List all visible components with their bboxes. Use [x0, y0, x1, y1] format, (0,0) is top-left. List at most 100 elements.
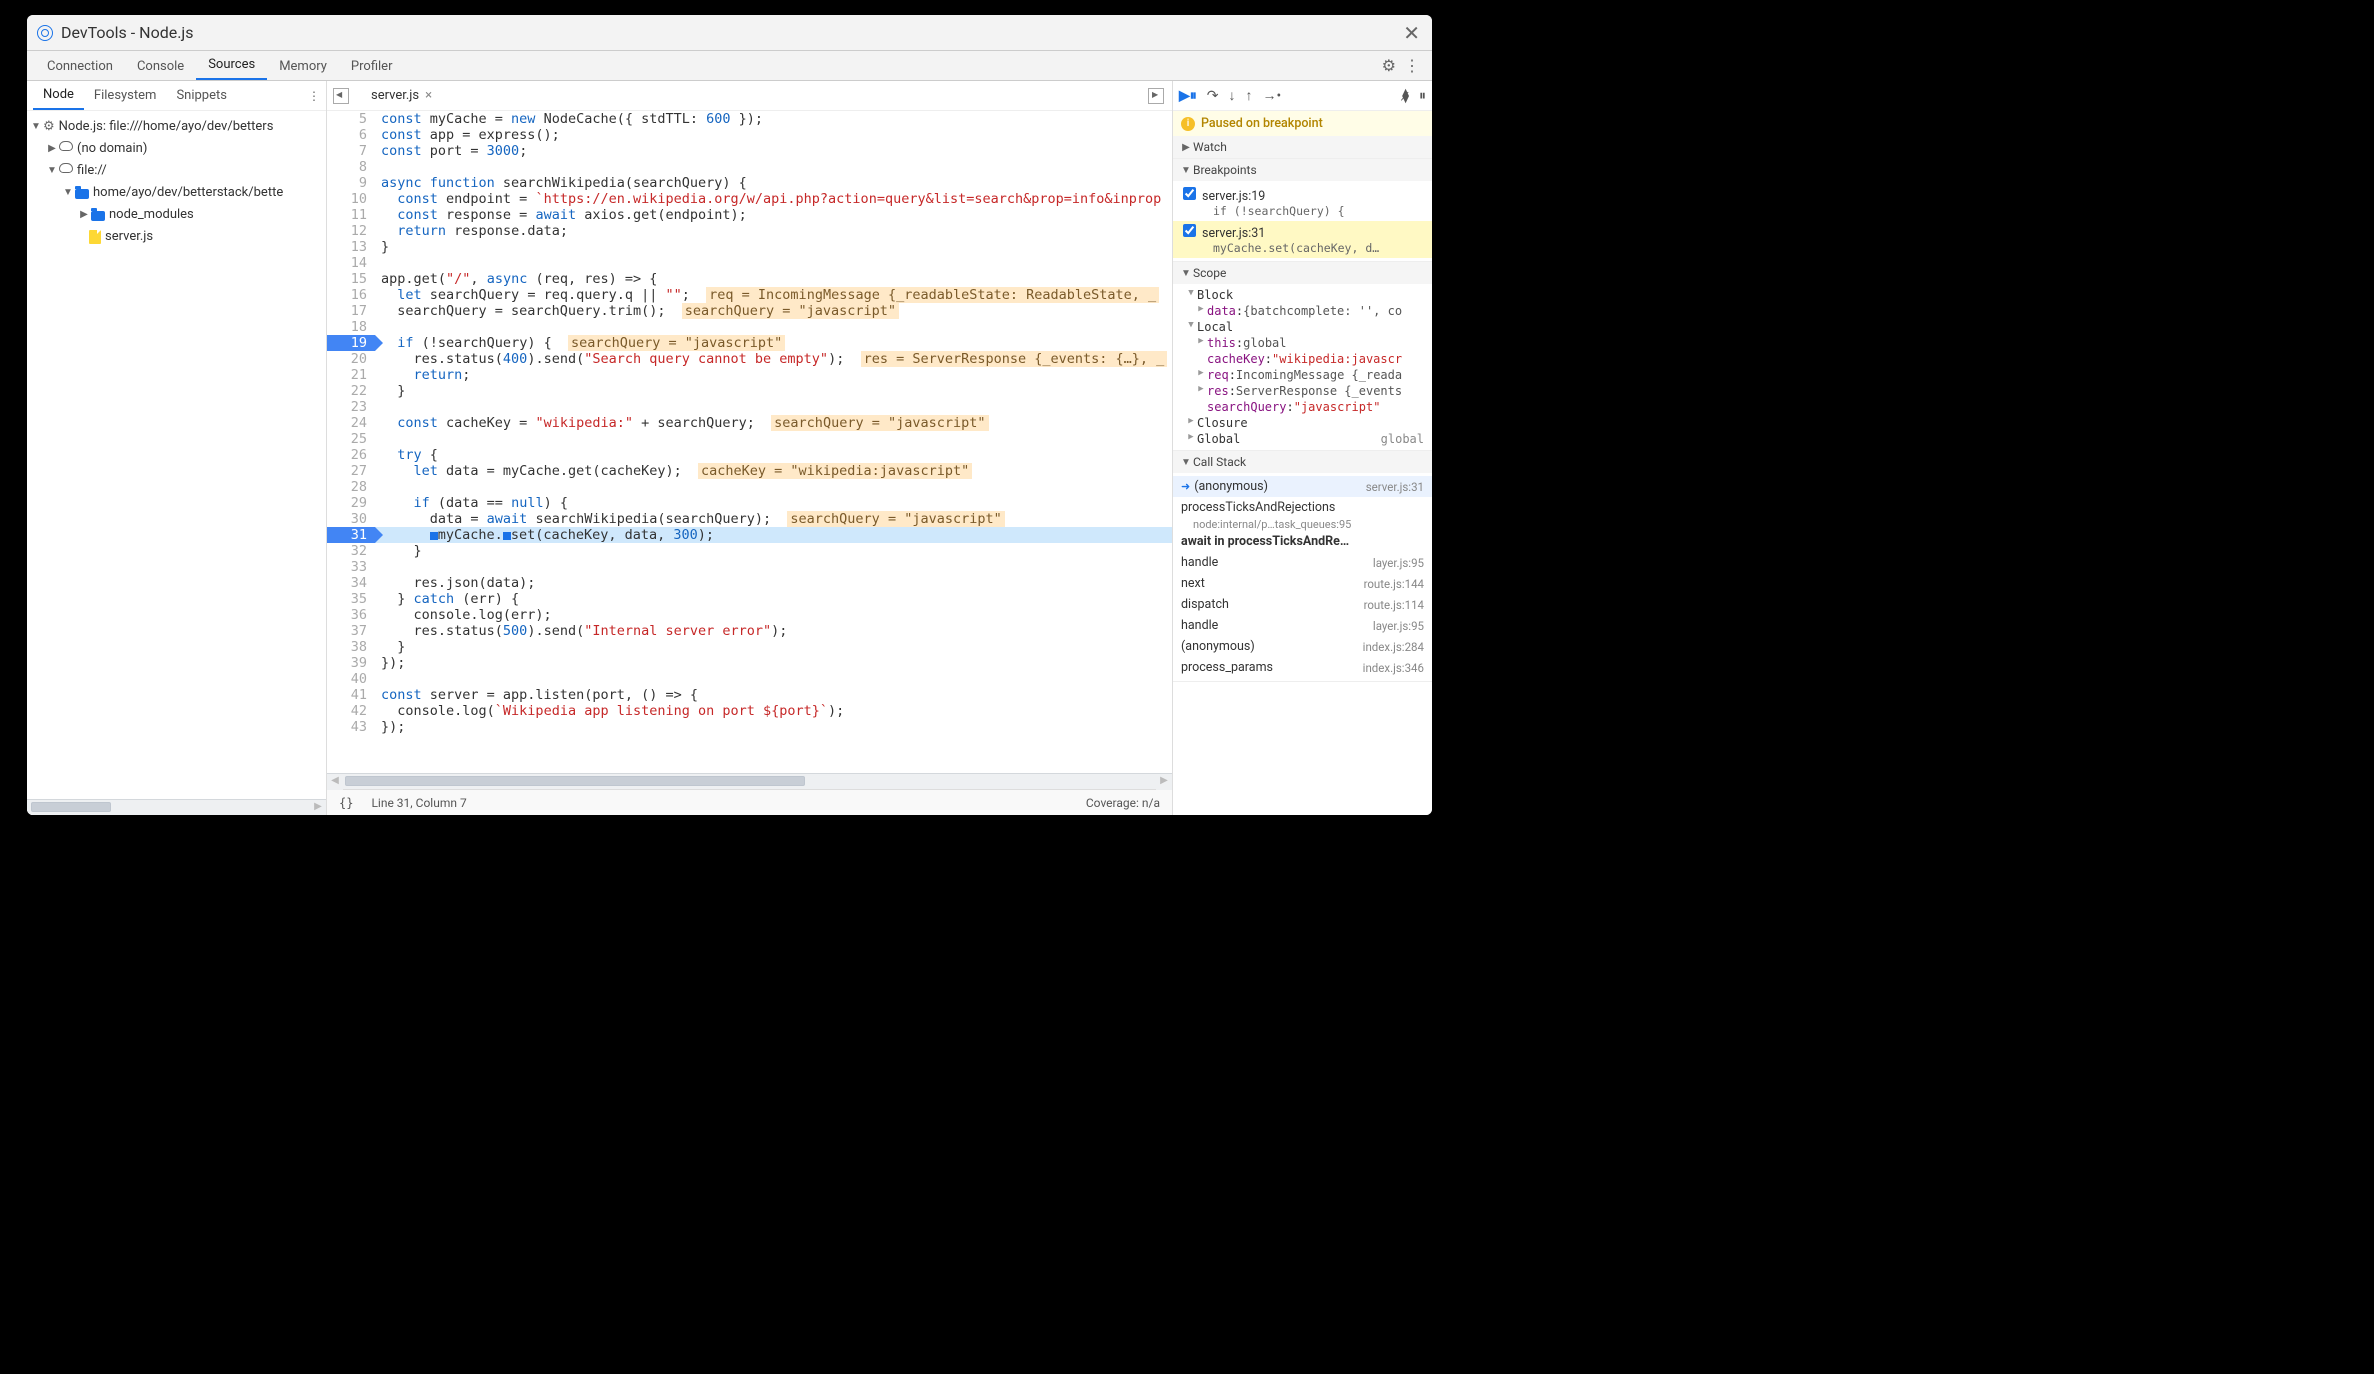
scope-block[interactable]: ▼Block: [1173, 287, 1432, 303]
gutter[interactable]: 43: [327, 719, 375, 735]
gutter[interactable]: 29: [327, 495, 375, 511]
code-line[interactable]: 25: [327, 431, 1172, 447]
code-area[interactable]: 5const myCache = new NodeCache({ stdTTL:…: [327, 111, 1172, 773]
code-line[interactable]: 10 const endpoint = `https://en.wikipedi…: [327, 191, 1172, 207]
code-line[interactable]: 24 const cacheKey = "wikipedia:" + searc…: [327, 415, 1172, 431]
breakpoints-header[interactable]: ▼Breakpoints: [1173, 159, 1432, 181]
tab-connection[interactable]: Connection: [35, 53, 125, 80]
callstack-header[interactable]: ▼Call Stack: [1173, 451, 1432, 473]
gutter[interactable]: 19: [327, 335, 375, 351]
scope-req[interactable]: ▶req: IncomingMessage {_reada: [1173, 367, 1432, 383]
code-line[interactable]: 20 res.status(400).send("Search query ca…: [327, 351, 1172, 367]
gear-icon[interactable]: ⚙: [1382, 56, 1396, 75]
code-line[interactable]: 8: [327, 159, 1172, 175]
code-line[interactable]: 9async function searchWikipedia(searchQu…: [327, 175, 1172, 191]
step-icon[interactable]: →•: [1263, 87, 1282, 104]
scroll-left-icon[interactable]: ◀: [327, 774, 343, 790]
tab-profiler[interactable]: Profiler: [339, 53, 405, 80]
gutter[interactable]: 15: [327, 271, 375, 287]
toggle-sidebar-icon[interactable]: [333, 88, 349, 104]
code-line[interactable]: 42 console.log(`Wikipedia app listening …: [327, 703, 1172, 719]
code-line[interactable]: 22 }: [327, 383, 1172, 399]
code-line[interactable]: 12 return response.data;: [327, 223, 1172, 239]
close-icon[interactable]: ✕: [1403, 21, 1420, 45]
code-line[interactable]: 17 searchQuery = searchQuery.trim(); sea…: [327, 303, 1172, 319]
gutter[interactable]: 23: [327, 399, 375, 415]
scroll-thumb[interactable]: [31, 802, 111, 812]
code-line[interactable]: 32 }: [327, 543, 1172, 559]
deactivate-breakpoints-icon[interactable]: ⧫̷: [1402, 88, 1409, 104]
code-line[interactable]: 39});: [327, 655, 1172, 671]
gutter[interactable]: 40: [327, 671, 375, 687]
callstack-frame[interactable]: processTicksAndRejections: [1173, 497, 1432, 518]
gutter[interactable]: 9: [327, 175, 375, 191]
breakpoint-checkbox[interactable]: [1183, 224, 1196, 237]
scope-data[interactable]: ▶data: {batchcomplete: '', co: [1173, 303, 1432, 319]
code-line[interactable]: 41const server = app.listen(port, () => …: [327, 687, 1172, 703]
scope-this[interactable]: ▶this: global: [1173, 335, 1432, 351]
gutter[interactable]: 37: [327, 623, 375, 639]
pause-exceptions-icon[interactable]: ⏸: [1419, 88, 1426, 104]
sidebar-hscroll[interactable]: ◀ ▶: [27, 799, 326, 815]
code-line[interactable]: 13}: [327, 239, 1172, 255]
code-line[interactable]: 26 try {: [327, 447, 1172, 463]
code-line[interactable]: 28: [327, 479, 1172, 495]
code-line[interactable]: 37 res.status(500).send("Internal server…: [327, 623, 1172, 639]
pretty-print-icon[interactable]: {}: [339, 796, 353, 810]
code-line[interactable]: 30 data = await searchWikipedia(searchQu…: [327, 511, 1172, 527]
code-line[interactable]: 7const port = 3000;: [327, 143, 1172, 159]
gutter[interactable]: 6: [327, 127, 375, 143]
code-line[interactable]: 18: [327, 319, 1172, 335]
scope-local[interactable]: ▼Local: [1173, 319, 1432, 335]
callstack-frame[interactable]: dispatchroute.js:114: [1173, 594, 1432, 615]
file-tab-server-js[interactable]: server.js ×: [361, 82, 442, 110]
gutter[interactable]: 33: [327, 559, 375, 575]
code-line[interactable]: 5const myCache = new NodeCache({ stdTTL:…: [327, 111, 1172, 127]
gutter[interactable]: 20: [327, 351, 375, 367]
gutter[interactable]: 14: [327, 255, 375, 271]
tree-server-js[interactable]: server.js: [27, 225, 326, 247]
breakpoint-item[interactable]: server.js:31myCache.set(cacheKey, d…: [1173, 221, 1432, 258]
code-line[interactable]: 16 let searchQuery = req.query.q || ""; …: [327, 287, 1172, 303]
gutter[interactable]: 7: [327, 143, 375, 159]
tab-memory[interactable]: Memory: [267, 53, 339, 80]
code-line[interactable]: 14: [327, 255, 1172, 271]
watch-header[interactable]: ▶Watch: [1173, 136, 1432, 158]
step-into-icon[interactable]: ↓: [1229, 87, 1236, 104]
code-line[interactable]: 33: [327, 559, 1172, 575]
gutter[interactable]: 36: [327, 607, 375, 623]
gutter[interactable]: 31: [327, 527, 375, 543]
more-icon[interactable]: ⋮: [1404, 56, 1420, 75]
code-line[interactable]: 40: [327, 671, 1172, 687]
breakpoint-item[interactable]: server.js:19if (!searchQuery) {: [1173, 184, 1432, 221]
gutter[interactable]: 5: [327, 111, 375, 127]
tree-file-scheme[interactable]: ▼ file://: [27, 159, 326, 181]
gutter[interactable]: 12: [327, 223, 375, 239]
gutter[interactable]: 35: [327, 591, 375, 607]
gutter[interactable]: 11: [327, 207, 375, 223]
gutter[interactable]: 22: [327, 383, 375, 399]
toggle-debugger-icon[interactable]: [1148, 88, 1164, 104]
gutter[interactable]: 34: [327, 575, 375, 591]
gutter[interactable]: 26: [327, 447, 375, 463]
code-line[interactable]: 34 res.json(data);: [327, 575, 1172, 591]
callstack-frame[interactable]: (anonymous)server.js:31: [1173, 476, 1432, 497]
scope-closure[interactable]: ▶Closure: [1173, 415, 1432, 431]
code-line[interactable]: 38 }: [327, 639, 1172, 655]
scroll-thumb[interactable]: [345, 776, 805, 786]
gutter[interactable]: 28: [327, 479, 375, 495]
gutter[interactable]: 27: [327, 463, 375, 479]
gutter[interactable]: 41: [327, 687, 375, 703]
gutter[interactable]: 30: [327, 511, 375, 527]
code-line[interactable]: 43});: [327, 719, 1172, 735]
scope-global[interactable]: ▶Globalglobal: [1173, 431, 1432, 447]
gutter[interactable]: 17: [327, 303, 375, 319]
gutter[interactable]: 25: [327, 431, 375, 447]
tab-sources[interactable]: Sources: [196, 51, 267, 80]
subtab-node[interactable]: Node: [33, 81, 84, 110]
navigator-more-icon[interactable]: ⋮: [308, 89, 320, 103]
scope-res[interactable]: ▶res: ServerResponse {_events: [1173, 383, 1432, 399]
code-line[interactable]: 23: [327, 399, 1172, 415]
tree-root[interactable]: ▼ ⚙ Node.js: file:///home/ayo/dev/better…: [27, 115, 326, 137]
callstack-frame[interactable]: handlelayer.js:95: [1173, 615, 1432, 636]
